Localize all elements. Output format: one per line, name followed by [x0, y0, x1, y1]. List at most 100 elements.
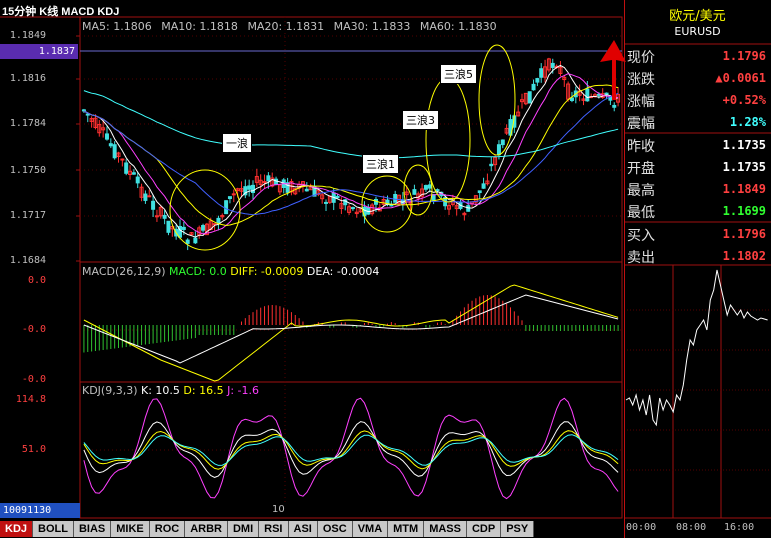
wave-label-3-1: 三浪1 — [362, 154, 399, 174]
candle-body — [185, 239, 190, 244]
tab-kdj[interactable]: KDJ — [0, 521, 34, 537]
tab-roc[interactable]: ROC — [149, 521, 186, 537]
tab-psy[interactable]: PSY — [501, 521, 535, 537]
candle-body — [104, 133, 109, 140]
price-axis-label: 1.1717 — [9, 210, 46, 221]
candle-body — [143, 193, 148, 201]
macd-dea-line — [83, 294, 619, 364]
candle-body — [423, 185, 428, 190]
candle-body — [596, 93, 601, 96]
kdj-d: D: 16.5 — [183, 384, 224, 397]
time-label: 08:00 — [676, 522, 707, 533]
candle-body — [535, 78, 540, 83]
candle-body — [393, 194, 398, 203]
candle-body — [324, 201, 329, 204]
quote-label: 现价 — [627, 50, 655, 66]
candle-body — [500, 139, 505, 146]
candle-body — [612, 104, 617, 108]
tab-mike[interactable]: MIKE — [111, 521, 150, 537]
instrument-code: EURUSD — [674, 25, 721, 38]
quote-row: 昨收 1.1735 — [627, 134, 768, 156]
candle-body — [550, 62, 555, 68]
candle-body — [81, 109, 86, 112]
candle-body — [335, 195, 340, 199]
quote-label: 最高 — [627, 183, 655, 199]
quote-label: 开盘 — [627, 161, 655, 177]
ma5-label: MA5: 1.1806 — [82, 20, 152, 33]
candle-body — [262, 181, 267, 184]
candle-body — [227, 196, 232, 200]
tab-asi[interactable]: ASI — [288, 521, 318, 537]
quote-value: ▲0.0061 — [715, 71, 766, 85]
indicator-tabs: KDJ BOLL BIAS MIKE ROC ARBR DMI RSI ASI … — [0, 520, 620, 538]
tab-arbr[interactable]: ARBR — [185, 521, 228, 537]
quote-row: 买入 1.1796 — [627, 223, 768, 245]
ma30-label: MA30: 1.1833 — [333, 20, 411, 33]
quote-label: 卖出 — [627, 250, 655, 266]
macd-axis-label: 0.0 — [27, 275, 46, 286]
price-axis-label: 1.1784 — [9, 118, 46, 129]
price-axis-label: 1.1750 — [9, 165, 46, 176]
kdj-j: J: -1.6 — [227, 384, 260, 397]
candle-body — [481, 183, 486, 189]
tab-dmi[interactable]: DMI — [227, 521, 260, 537]
instrument-name: 欧元/美元 — [669, 9, 726, 24]
quote-label: 涨幅 — [627, 94, 655, 110]
candle-body — [231, 193, 236, 196]
candle-body — [131, 172, 136, 175]
tab-bias[interactable]: BIAS — [73, 521, 112, 537]
quote-row: 开盘 1.1735 — [627, 156, 768, 178]
quote-row: 震幅 1.28% — [627, 111, 768, 133]
wave-label-3-5: 三浪5 — [440, 64, 477, 84]
candle-body — [181, 226, 186, 230]
quote-row: 涨幅 +0.52% — [627, 89, 768, 111]
kdj-name: KDJ(9,3,3) — [82, 384, 138, 397]
candle-body — [266, 175, 271, 182]
candle-body — [162, 214, 167, 219]
kdj-k: K: 10.5 — [141, 384, 180, 397]
candle-body — [527, 91, 532, 104]
quote-value: 1.1796 — [722, 227, 766, 241]
candle-body — [251, 184, 256, 194]
wave-ellipse — [425, 77, 471, 203]
tab-boll[interactable]: BOLL — [33, 521, 74, 537]
kdj-axis-label: 51.0 — [21, 444, 46, 455]
candle-body — [569, 97, 574, 102]
tab-rsi[interactable]: RSI — [259, 521, 289, 537]
quote-row: 卖出 1.1802 — [627, 245, 768, 267]
quote-row: 最低 1.1699 — [627, 200, 768, 222]
candle-body — [531, 83, 536, 91]
candle-body — [539, 68, 544, 78]
quote-label: 最低 — [627, 205, 655, 221]
ma20-line — [83, 84, 619, 227]
quote-value: 1.1796 — [722, 49, 766, 63]
quote-label: 买入 — [627, 228, 655, 244]
wave-label-3-3: 三浪3 — [402, 110, 439, 130]
macd-name: MACD(26,12,9) — [82, 265, 166, 278]
macd-dea: DEA: -0.0004 — [306, 265, 380, 278]
quote-value: 1.1849 — [722, 182, 766, 196]
macd-value: MACD: 0.0 — [169, 265, 227, 278]
candle-body — [166, 220, 171, 233]
tab-mass[interactable]: MASS — [424, 521, 467, 537]
quote-label: 震幅 — [627, 116, 655, 132]
tab-cdp[interactable]: CDP — [466, 521, 502, 537]
quote-label: 昨收 — [627, 139, 655, 155]
candle-body — [224, 200, 229, 215]
candle-body — [147, 195, 152, 198]
tab-vma[interactable]: VMA — [352, 521, 389, 537]
quote-value: 1.1802 — [722, 249, 766, 263]
ma20-label: MA20: 1.1831 — [247, 20, 325, 33]
tab-osc[interactable]: OSC — [317, 521, 353, 537]
quote-value: 1.1735 — [722, 160, 766, 174]
macd-legend: MACD(26,12,9) MACD: 0.0 DIFF: -0.0009 DE… — [82, 265, 379, 278]
candle-body — [489, 163, 494, 167]
candle-body — [120, 158, 125, 161]
candle-body — [216, 217, 221, 224]
kdj-legend: KDJ(9,3,3) K: 10.5 D: 16.5 J: -1.6 — [82, 384, 259, 397]
tab-mtm[interactable]: MTM — [388, 521, 425, 537]
x-axis-label: 10 — [272, 504, 285, 515]
candle-body — [604, 92, 609, 96]
quote-label: 涨跌 — [627, 72, 655, 88]
kdj-j-line — [83, 397, 619, 500]
